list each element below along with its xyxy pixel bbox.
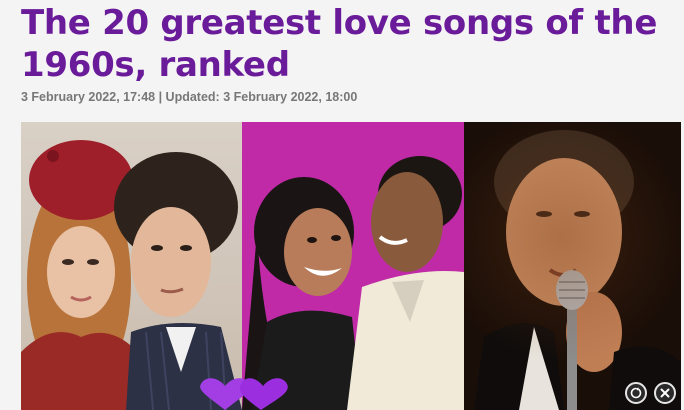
hero-panel-crooner [464,122,681,410]
ad-info-button[interactable] [625,382,647,404]
close-icon [660,388,670,398]
ad-close-button[interactable] [654,382,676,404]
hero-panel-duet [242,122,464,410]
ad-info-icon [630,387,642,399]
hero-panel-couple [21,122,242,410]
article-headline: The 20 greatest love songs of the 1960s,… [21,3,658,85]
article-timestamp: 3 February 2022, 17:48 | Updated: 3 Febr… [21,90,358,104]
hero-image [21,122,681,410]
heart-icon [200,378,288,410]
